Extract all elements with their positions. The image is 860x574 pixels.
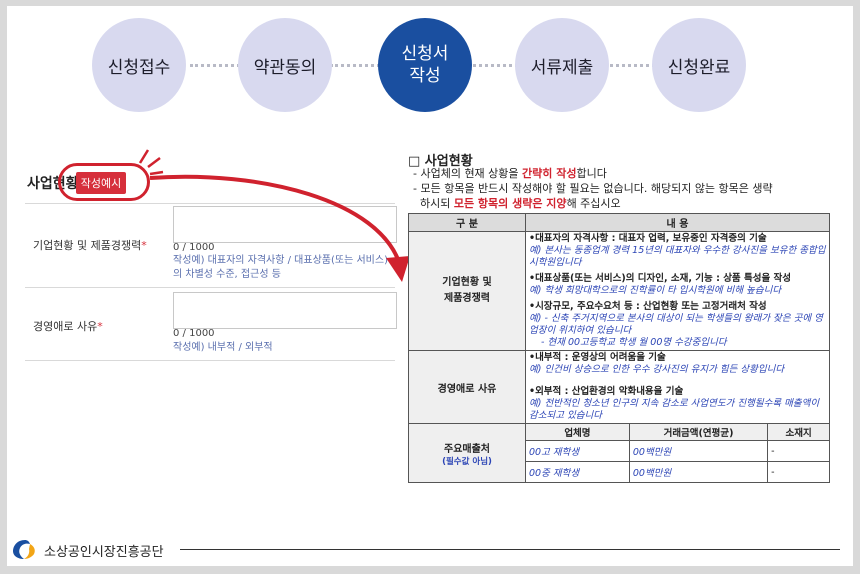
table-cell: •대표자의 자격사항 : 대표자 업력, 보유중인 자격증의 기술 예) 본사는…: [525, 231, 830, 351]
org-name: 소상공인시장진흥공단: [44, 545, 164, 560]
item-text: •내부적 : 운영상의 어려움을 기술: [529, 352, 666, 363]
category-text: 기업현황 및 제품경쟁력: [442, 277, 492, 304]
category-text: 주요매출처: [444, 443, 490, 455]
sales-cell: 00고 재학생: [525, 440, 630, 462]
item-text: •대표자의 자격사항 : 대표자 업력, 보유중인 자격증의 기술: [529, 233, 767, 244]
sales-cell: 00중 재학생: [525, 461, 630, 483]
bullet-text: - 모든 항목을 반드시 작성해야 할 필요는 없습니다. 해당되지 않는 항목…: [413, 182, 773, 195]
sales-cell: -: [767, 440, 830, 462]
example-table: 구 분 내 용 기업현황 및 제품경쟁력 •대표자의 자격사항 : 대표자 업력…: [408, 213, 830, 483]
bullet-emphasis: 모든 항목의 생략은 지양: [453, 197, 567, 210]
table-cell: •내부적 : 운영상의 어려움을 기술 예) 인건비 상승으로 인한 우수 강사…: [525, 350, 830, 424]
example-text: - 현재 00고등학교 학생 월 00명 수강중입니다: [541, 337, 727, 348]
footer-divider: [180, 549, 840, 550]
sales-cell: -: [767, 461, 830, 483]
example-text: 예) 인건비 상승으로 인한 우수 강사진의 유지가 힘든 상황입니다: [529, 364, 785, 375]
example-text: 예) 전반적인 청소년 인구의 지속 감소로 사업연도가 진행될수록 매출액이 …: [529, 398, 820, 421]
bullet-text: - 사업체의 현재 상황을: [413, 167, 523, 180]
sub-header: 소재지: [767, 423, 830, 441]
doc-bullet: - 모든 항목을 반드시 작성해야 할 필요는 없습니다. 해당되지 않는 항목…: [413, 181, 773, 196]
example-text: 예) - 신축 주거지역으로 본사의 대상이 되는 학생들의 왕래가 잦은 곳에…: [529, 313, 823, 336]
sub-header: 업체명: [525, 423, 630, 441]
table-category: 주요매출처 (필수값 아님): [408, 423, 526, 483]
screen: 신청접수 약관동의 신청서 작성 서류제출 신청완료 사업현황 작성예시 기업현…: [0, 0, 860, 574]
doc-bullet: - 사업체의 현재 상황을 간략히 작성합니다: [413, 166, 607, 181]
sales-cell: 00백만원: [628, 440, 769, 462]
bullet-emphasis: 간략히 작성: [522, 167, 577, 180]
optional-note: (필수값 아님): [442, 456, 492, 467]
sales-cell: 00백만원: [628, 461, 769, 483]
sub-header: 거래금액(연평균): [628, 423, 769, 441]
bullet-text: 하시되: [413, 197, 454, 210]
example-text: 예) 본사는 동종업계 경력 15년의 대표자와 우수한 강사진을 보유한 종합…: [529, 245, 826, 268]
item-text: •시장규모, 주요수요처 등 : 산업현황 또는 고정거래처 작성: [529, 301, 767, 312]
table-category: 기업현황 및 제품경쟁력: [408, 231, 526, 351]
example-text: 예) 학생 희망대학으로의 진학률이 타 입시학원에 비해 높습니다: [529, 285, 782, 296]
bullet-text: 합니다: [576, 167, 607, 180]
table-header: 내 용: [525, 213, 830, 232]
item-text: •대표상품(또는 서비스)의 디자인, 소재, 기능 : 상품 특성을 작성: [529, 273, 791, 284]
item-text: •외부적 : 산업환경의 악화내용을 기술: [529, 386, 684, 397]
table-header: 구 분: [408, 213, 526, 232]
doc-bullet: 하시되 모든 항목의 생략은 지양해 주십시오: [413, 196, 621, 211]
table-category: 경영애로 사유: [408, 350, 526, 424]
bullet-text: 해 주십시오: [566, 197, 621, 210]
org-logo-icon: [13, 540, 35, 559]
